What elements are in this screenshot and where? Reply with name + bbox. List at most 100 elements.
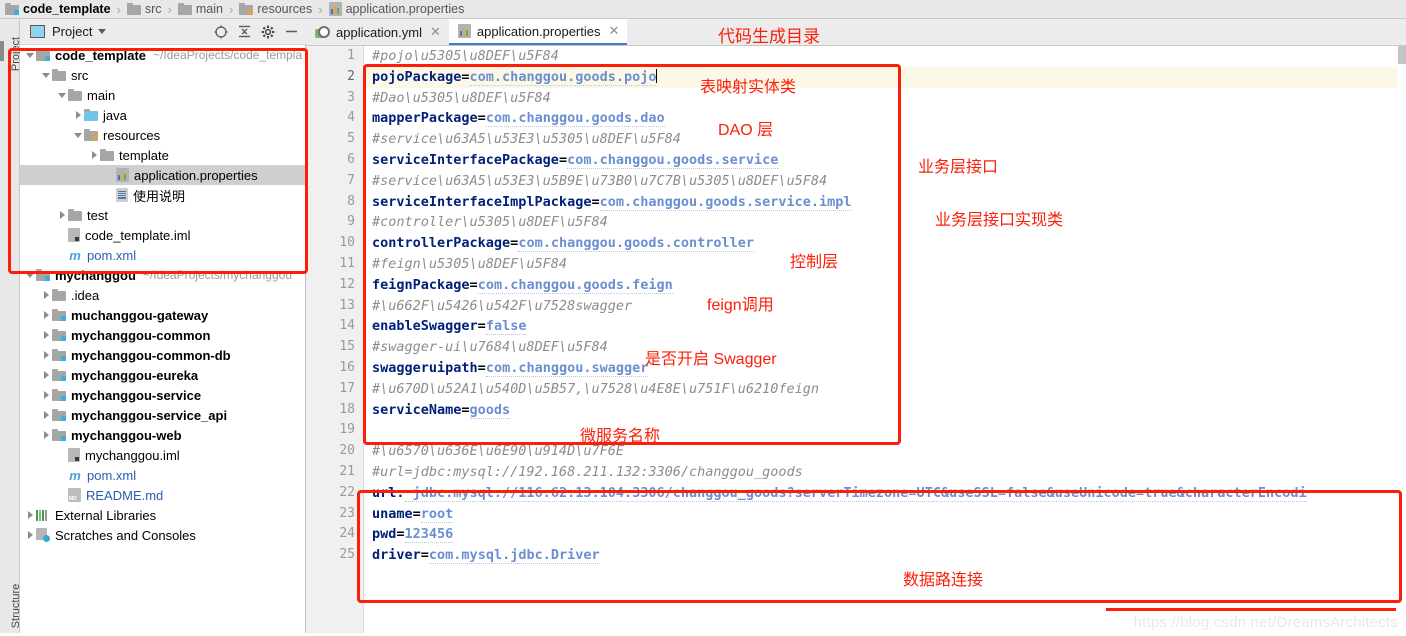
tree-row-mychanggou-common-db[interactable]: mychanggou-common-db xyxy=(20,345,306,365)
project-tree[interactable]: code_template ~/IdeaProjects/code_templa s… xyxy=(20,45,306,633)
tree-row-pom-xml[interactable]: m pom.xml xyxy=(20,245,306,265)
iml-file-icon xyxy=(68,448,80,462)
chevron-right-icon[interactable] xyxy=(40,325,52,345)
breadcrumb-item-src[interactable]: src xyxy=(126,0,163,19)
config-separator: = xyxy=(412,505,421,522)
close-icon[interactable]: ✕ xyxy=(430,24,441,40)
tree-row-mychanggou-common[interactable]: mychanggou-common xyxy=(20,325,306,345)
code-line-11[interactable]: #feign\u5305\u8DEF\u5F84 xyxy=(365,254,1398,275)
tree-row-template[interactable]: template xyxy=(20,145,306,165)
tree-row-mychanggou[interactable]: mychanggou ~/IdeaProjects/mychanggou xyxy=(20,265,306,285)
editor-code-area[interactable]: #pojo\u5305\u8DEF\u5F84 pojoPackage=com.c… xyxy=(365,46,1398,633)
code-line-5[interactable]: #service\u63A5\u53E3\u5305\u8DEF\u5F84 xyxy=(365,129,1398,150)
code-line-8[interactable]: serviceInterfaceImplPackage=com.changgou… xyxy=(365,192,1398,213)
line-number: 17 xyxy=(339,380,355,396)
scrollbar-thumb[interactable] xyxy=(1398,46,1406,64)
chevron-right-icon[interactable] xyxy=(40,425,52,445)
code-line-2[interactable]: pojoPackage=com.changgou.goods.pojo xyxy=(365,66,1398,88)
editor-vertical-scrollbar[interactable] xyxy=(1398,46,1406,633)
breadcrumb-item-resources[interactable]: resources xyxy=(238,0,313,19)
collapse-all-icon[interactable] xyxy=(238,25,251,38)
code-line-20[interactable]: #\u6570\u636E\u6E90\u914D\u7F6E xyxy=(365,441,1398,462)
code-line-21[interactable]: #url=jdbc:mysql://192.168.211.132:3306/c… xyxy=(365,462,1398,483)
tree-row-path: ~/IdeaProjects/code_templa xyxy=(153,48,303,62)
tree-row-mychanggou-eureka[interactable]: mychanggou-eureka xyxy=(20,365,306,385)
tree-row-code-template-iml[interactable]: code_template.iml xyxy=(20,225,306,245)
tree-row-scratches-and-consoles[interactable]: Scratches and Consoles xyxy=(20,525,306,545)
tree-row-src[interactable]: src xyxy=(20,65,306,85)
chevron-down-icon[interactable] xyxy=(56,85,68,105)
tree-row--idea[interactable]: .idea xyxy=(20,285,306,305)
tree-row-readme-md[interactable]: MD README.md xyxy=(20,485,306,505)
chevron-right-icon[interactable] xyxy=(40,385,52,405)
code-line-17[interactable]: #\u670D\u52A1\u540D\u5B57,\u7528\u4E8E\u… xyxy=(365,379,1398,400)
breadcrumb-separator: › xyxy=(318,1,323,17)
chevron-right-icon[interactable] xyxy=(40,305,52,325)
chevron-right-icon[interactable] xyxy=(88,145,100,165)
config-key: serviceName xyxy=(372,401,462,418)
breadcrumb-item-label: resources xyxy=(257,2,313,16)
close-icon[interactable]: ✕ xyxy=(608,23,619,39)
breadcrumb-item-application-properties[interactable]: application.properties xyxy=(328,0,466,19)
chevron-down-icon[interactable] xyxy=(40,65,52,85)
tree-row-label: main xyxy=(87,87,116,103)
code-line-9[interactable]: #controller\u5305\u8DEF\u5F84 xyxy=(365,212,1398,233)
code-line-24[interactable]: pwd=123456 xyxy=(365,524,1398,545)
tree-row-application-properties[interactable]: application.properties xyxy=(20,165,306,185)
code-line-12[interactable]: feignPackage=com.changgou.goods.feign xyxy=(365,275,1398,296)
code-line-7[interactable]: #service\u63A5\u53E3\u5B9E\u73B0\u7C7B\u… xyxy=(365,171,1398,192)
code-line-6[interactable]: serviceInterfacePackage=com.changgou.goo… xyxy=(365,150,1398,171)
tree-row-pom-xml[interactable]: m pom.xml xyxy=(20,465,306,485)
code-line-23[interactable]: uname=root xyxy=(365,504,1398,525)
tree-row-mychanggou-iml[interactable]: mychanggou.iml xyxy=(20,445,306,465)
gear-icon[interactable] xyxy=(261,25,275,39)
tree-row-code-template[interactable]: code_template ~/IdeaProjects/code_templa xyxy=(20,45,306,65)
chevron-down-icon[interactable] xyxy=(24,265,36,285)
chevron-right-icon[interactable] xyxy=(24,505,36,525)
chevron-down-icon[interactable] xyxy=(72,125,84,145)
line-number: 8 xyxy=(347,193,355,209)
tree-row-mychanggou-service-api[interactable]: mychanggou-service_api xyxy=(20,405,306,425)
tree-row--[interactable]: 使用说明 xyxy=(20,185,306,205)
chevron-right-icon[interactable] xyxy=(56,205,68,225)
chevron-right-icon[interactable] xyxy=(40,345,52,365)
tree-row-mychanggou-web[interactable]: mychanggou-web xyxy=(20,425,306,445)
chevron-down-icon[interactable] xyxy=(98,29,107,34)
minimize-icon[interactable] xyxy=(285,25,298,38)
code-line-3[interactable]: #Dao\u5305\u8DEF\u5F84 xyxy=(365,88,1398,109)
breadcrumb-item-main[interactable]: main xyxy=(177,0,224,19)
tree-row-main[interactable]: main xyxy=(20,85,306,105)
chevron-right-icon[interactable] xyxy=(40,285,52,305)
code-line-18[interactable]: serviceName=goods xyxy=(365,400,1398,421)
markdown-file-icon: MD xyxy=(68,488,81,502)
code-line-22[interactable]: url: jdbc:mysql://116.62.13.104:3306/cha… xyxy=(365,483,1398,504)
code-line-4[interactable]: mapperPackage=com.changgou.goods.dao xyxy=(365,108,1398,129)
chevron-right-icon[interactable] xyxy=(40,405,52,425)
code-line-10[interactable]: controllerPackage=com.changgou.goods.con… xyxy=(365,233,1398,254)
editor-tab-application-properties[interactable]: application.properties ✕ xyxy=(448,19,628,45)
tree-row-external-libraries[interactable]: External Libraries xyxy=(20,505,306,525)
editor-tab-application-yml[interactable]: application.yml ✕ xyxy=(306,19,449,45)
config-value: false xyxy=(485,318,527,336)
code-line-13[interactable]: #\u662F\u5426\u542F\u7528swagger xyxy=(365,296,1398,317)
module-folder-icon xyxy=(52,409,66,421)
tree-row-resources[interactable]: resources xyxy=(20,125,306,145)
code-line-16[interactable]: swaggeruipath=com.changgou.swagger xyxy=(365,358,1398,379)
project-panel: Project code_template ~/IdeaProjects/code… xyxy=(20,19,306,633)
config-separator: = xyxy=(420,547,429,564)
chevron-right-icon[interactable] xyxy=(72,105,84,125)
code-line-15[interactable]: #swagger-ui\u7684\u8DEF\u5F84 xyxy=(365,337,1398,358)
breadcrumb-item-code-template[interactable]: code_template xyxy=(4,0,112,19)
tree-row-java[interactable]: java xyxy=(20,105,306,125)
crosshair-icon[interactable] xyxy=(214,25,228,39)
tree-row-mychanggou-service[interactable]: mychanggou-service xyxy=(20,385,306,405)
code-line-25[interactable]: driver=com.mysql.jdbc.Driver xyxy=(365,545,1398,566)
tree-row-muchanggou-gateway[interactable]: muchanggou-gateway xyxy=(20,305,306,325)
code-line-1[interactable]: #pojo\u5305\u8DEF\u5F84 xyxy=(365,46,1398,67)
code-line-14[interactable]: enableSwagger=false xyxy=(365,316,1398,337)
tree-row-test[interactable]: test xyxy=(20,205,306,225)
chevron-right-icon[interactable] xyxy=(40,365,52,385)
chevron-right-icon[interactable] xyxy=(24,525,36,545)
code-line-19[interactable] xyxy=(365,420,1398,441)
chevron-down-icon[interactable] xyxy=(24,45,36,65)
